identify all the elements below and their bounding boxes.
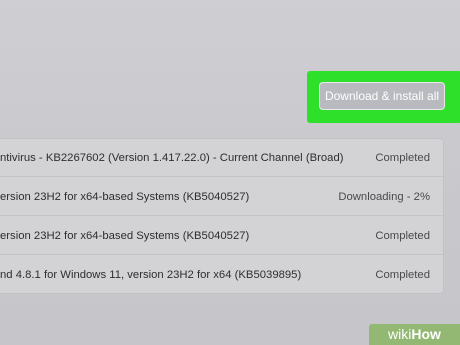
update-name: ntivirus - KB2267602 (Version 1.417.22.0…	[0, 152, 344, 164]
update-row[interactable]: ntivirus - KB2267602 (Version 1.417.22.0…	[0, 139, 443, 177]
settings-page: Download & install all ntivirus - KB2267…	[0, 0, 460, 345]
wikihow-watermark: wikiHow	[369, 324, 460, 345]
update-status: Downloading - 2%	[338, 191, 430, 203]
update-row[interactable]: nd 4.8.1 for Windows 11, version 23H2 fo…	[0, 256, 443, 293]
update-row[interactable]: ersion 23H2 for x64-based Systems (KB504…	[0, 178, 443, 216]
watermark-how: How	[411, 326, 441, 342]
download-install-all-button[interactable]: Download & install all	[319, 82, 445, 110]
updates-list: ntivirus - KB2267602 (Version 1.417.22.0…	[0, 138, 444, 294]
update-name: ersion 23H2 for x64-based Systems (KB504…	[0, 230, 250, 242]
update-name: nd 4.8.1 for Windows 11, version 23H2 fo…	[0, 269, 302, 281]
update-status: Completed	[375, 152, 430, 164]
update-status: Completed	[375, 230, 430, 242]
update-status: Completed	[375, 269, 430, 281]
update-name: ersion 23H2 for x64-based Systems (KB504…	[0, 191, 250, 203]
watermark-wiki: wiki	[388, 326, 412, 342]
update-row[interactable]: ersion 23H2 for x64-based Systems (KB504…	[0, 217, 443, 255]
